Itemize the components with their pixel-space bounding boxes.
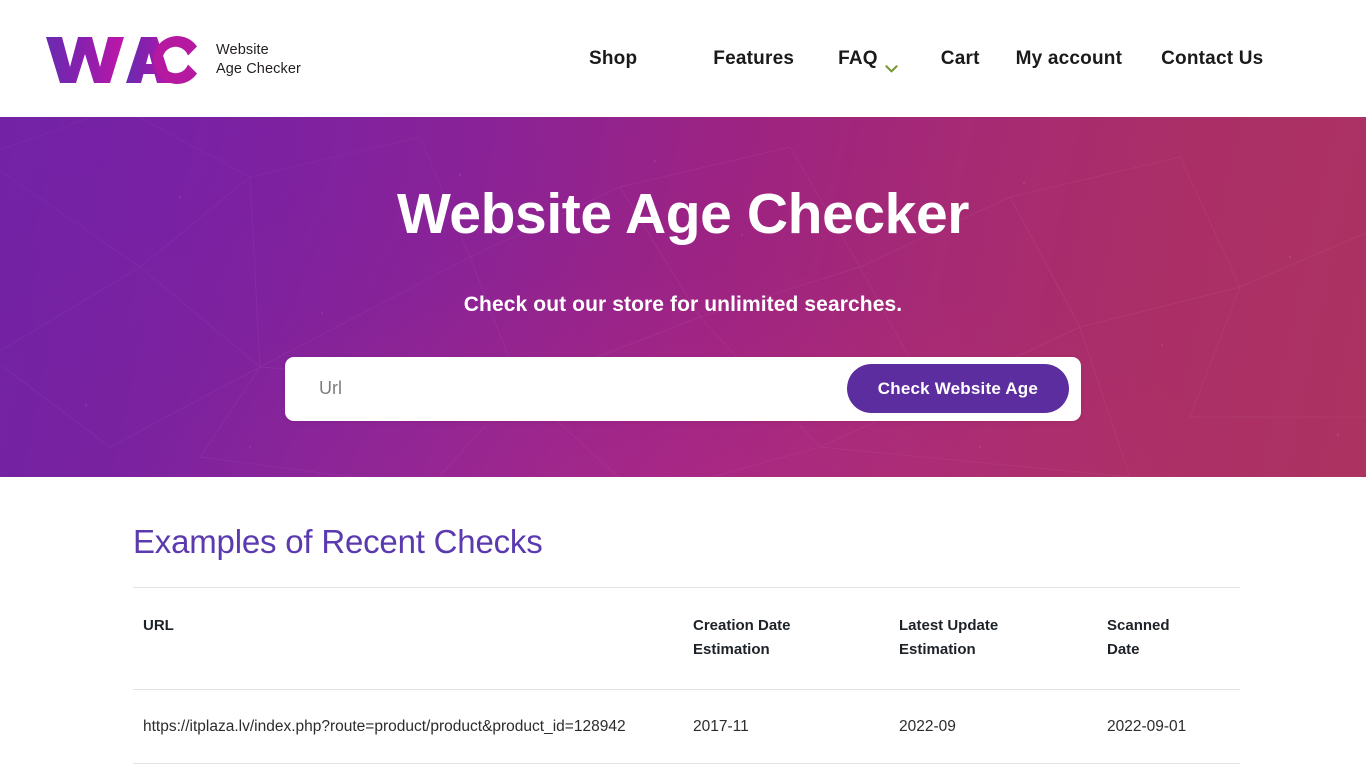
recent-checks-table: URL Creation Date Estimation Latest Upda… [133,587,1240,764]
column-header-url: URL [133,587,693,690]
site-logo[interactable]: Website Age Checker [44,33,301,85]
cell-scanned-date: 2022-09-01 [1107,689,1240,764]
main-navigation: Shop Features FAQ Cart My account Contac… [589,0,1263,117]
url-search-card: Check Website Age [285,356,1081,421]
nav-item-my-account-label: My account [1015,47,1123,69]
logo-tagline: Website Age Checker [216,39,301,78]
nav-item-shop[interactable]: Shop [589,42,637,76]
nav-item-shop-label: Shop [589,47,638,69]
column-header-scanned-date-line-2: Date [1107,641,1140,659]
logo-tagline-line-1: Website [216,41,269,58]
wac-logo-icon [46,35,197,84]
nav-item-contact-us[interactable]: Contact Us [1161,42,1263,76]
column-header-creation-date: Creation Date Estimation [693,587,899,690]
column-header-latest-update-line-1: Latest Update [899,617,999,634]
column-header-creation-date-line-2: Estimation [693,641,770,659]
nav-item-faq[interactable]: FAQ [838,42,898,76]
table-row: https://itplaza.lv/index.php?route=produ… [133,689,1240,764]
logo-tagline-line-2: Age Checker [216,60,301,77]
table-header-row: URL Creation Date Estimation Latest Upda… [133,587,1240,690]
column-header-url-line-1: URL [143,617,174,634]
column-header-latest-update: Latest Update Estimation [899,587,1107,690]
nav-item-features[interactable]: Features [713,42,794,76]
column-header-scanned-date: Scanned Date [1107,587,1240,690]
cell-creation-date: 2017-11 [693,689,899,764]
nav-item-cart[interactable]: Cart [941,42,980,76]
url-input[interactable] [285,362,847,415]
column-header-latest-update-line-2: Estimation [899,641,976,659]
nav-item-faq-label: FAQ [838,47,878,69]
cell-latest-update: 2022-09 [899,689,1107,764]
nav-item-cart-label: Cart [940,47,980,69]
recent-checks-section: Examples of Recent Checks URL Creation D… [0,477,1366,764]
hero-subtitle: Check out our store for unlimited search… [463,292,903,316]
hero-banner: Website Age Checker Check out our store … [0,117,1366,477]
section-title: Examples of Recent Checks [133,523,543,560]
cell-url[interactable]: https://itplaza.lv/index.php?route=produ… [133,689,693,764]
nav-item-contact-us-label: Contact Us [1161,47,1264,69]
page-title: Website Age Checker [396,182,970,246]
check-website-age-button[interactable]: Check Website Age [846,364,1069,414]
nav-item-my-account[interactable]: My account [1016,42,1123,76]
site-header: Website Age Checker Shop Features FAQ Ca… [0,0,1366,117]
table-header: URL Creation Date Estimation Latest Upda… [133,587,1240,690]
column-header-scanned-date-line-1: Scanned [1107,617,1170,634]
nav-item-features-label: Features [713,47,795,69]
table-body: https://itplaza.lv/index.php?route=produ… [133,689,1240,764]
chevron-down-icon[interactable] [885,57,898,72]
column-header-creation-date-line-1: Creation Date [693,617,791,634]
